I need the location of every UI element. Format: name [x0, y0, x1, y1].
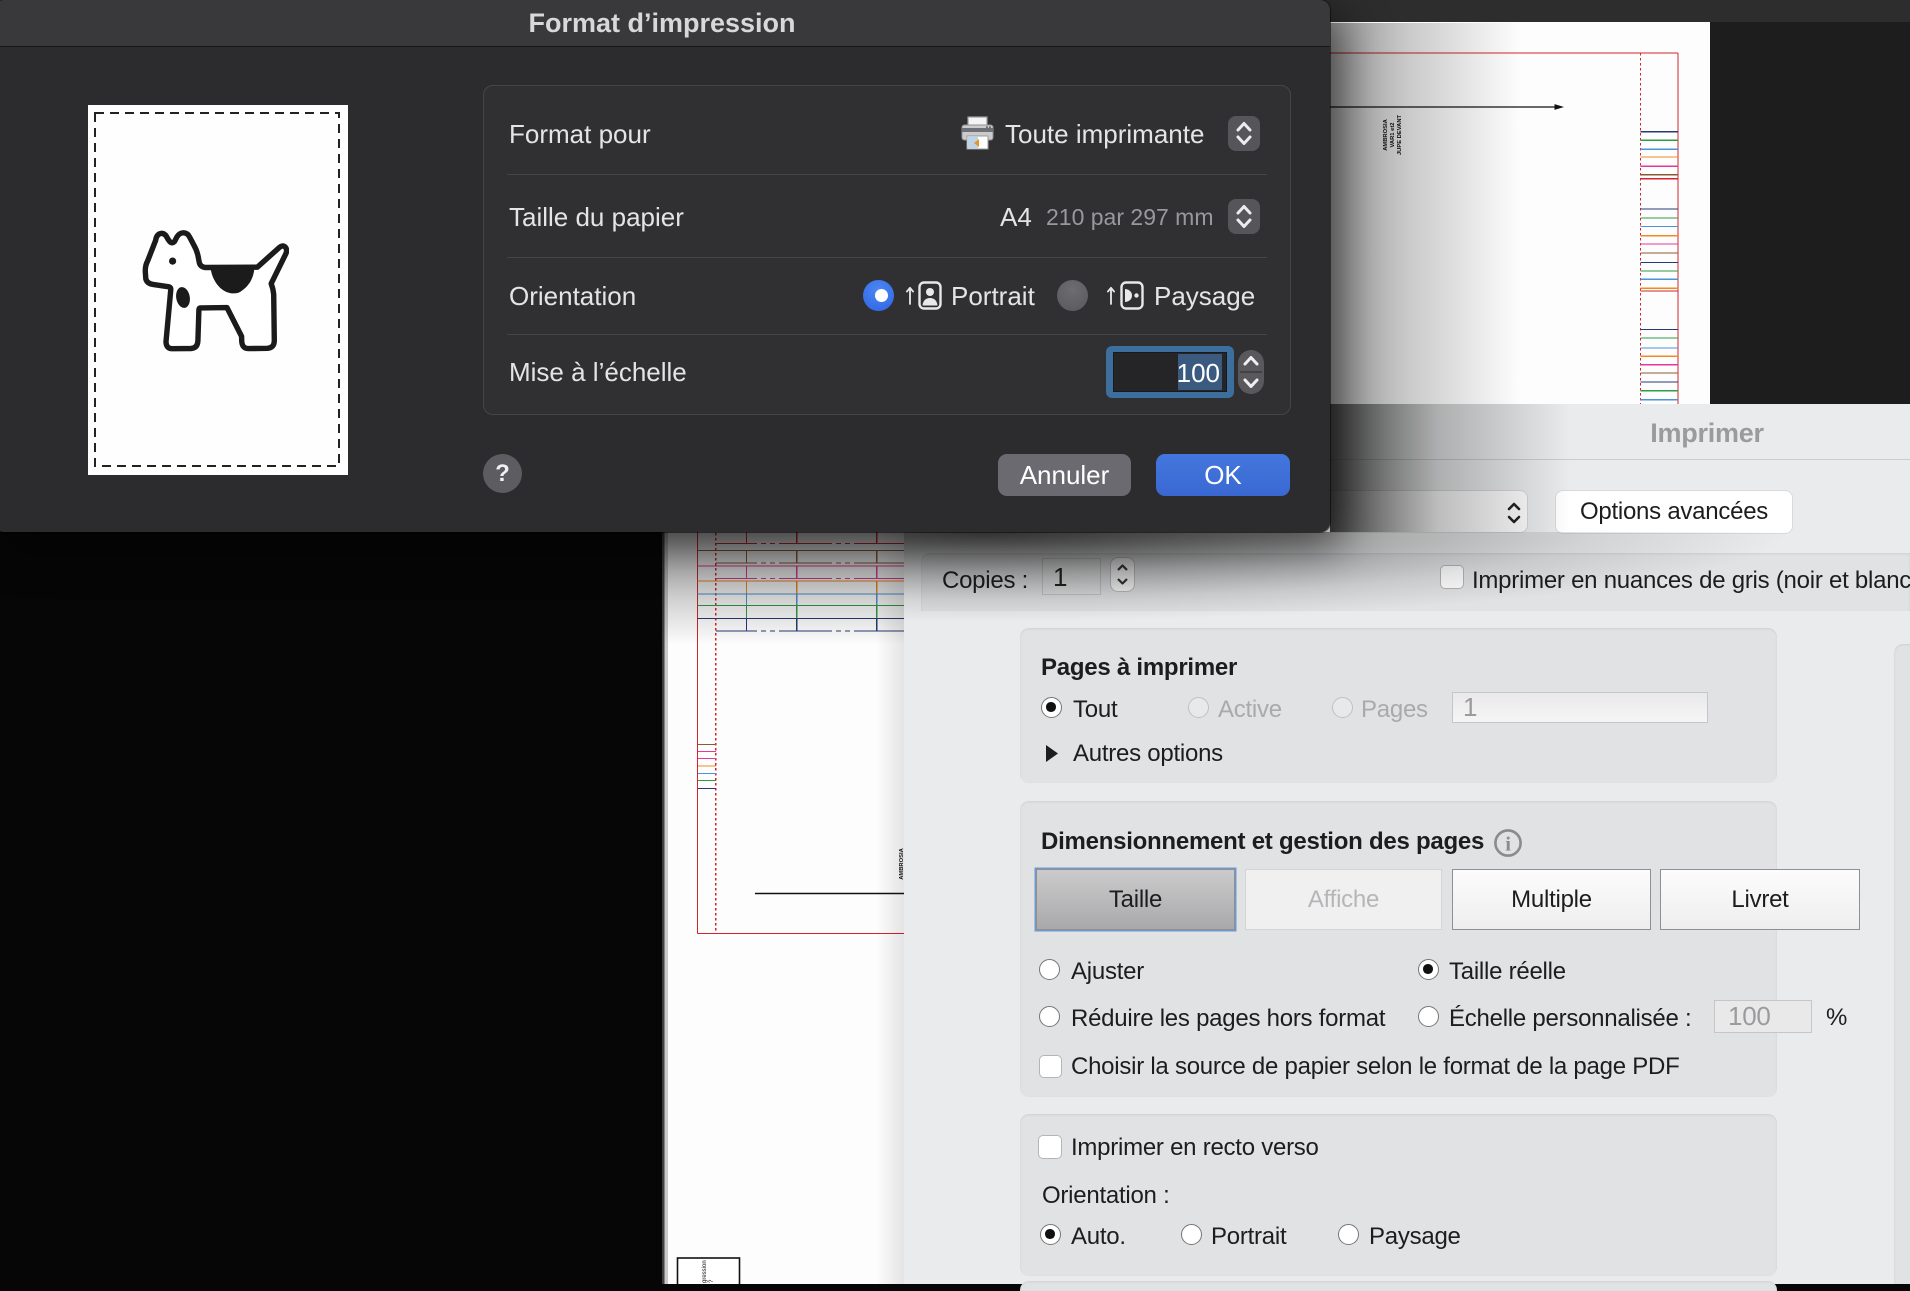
- svg-text:gression: gression: [702, 1260, 708, 1283]
- svg-text:i: i: [1505, 834, 1511, 856]
